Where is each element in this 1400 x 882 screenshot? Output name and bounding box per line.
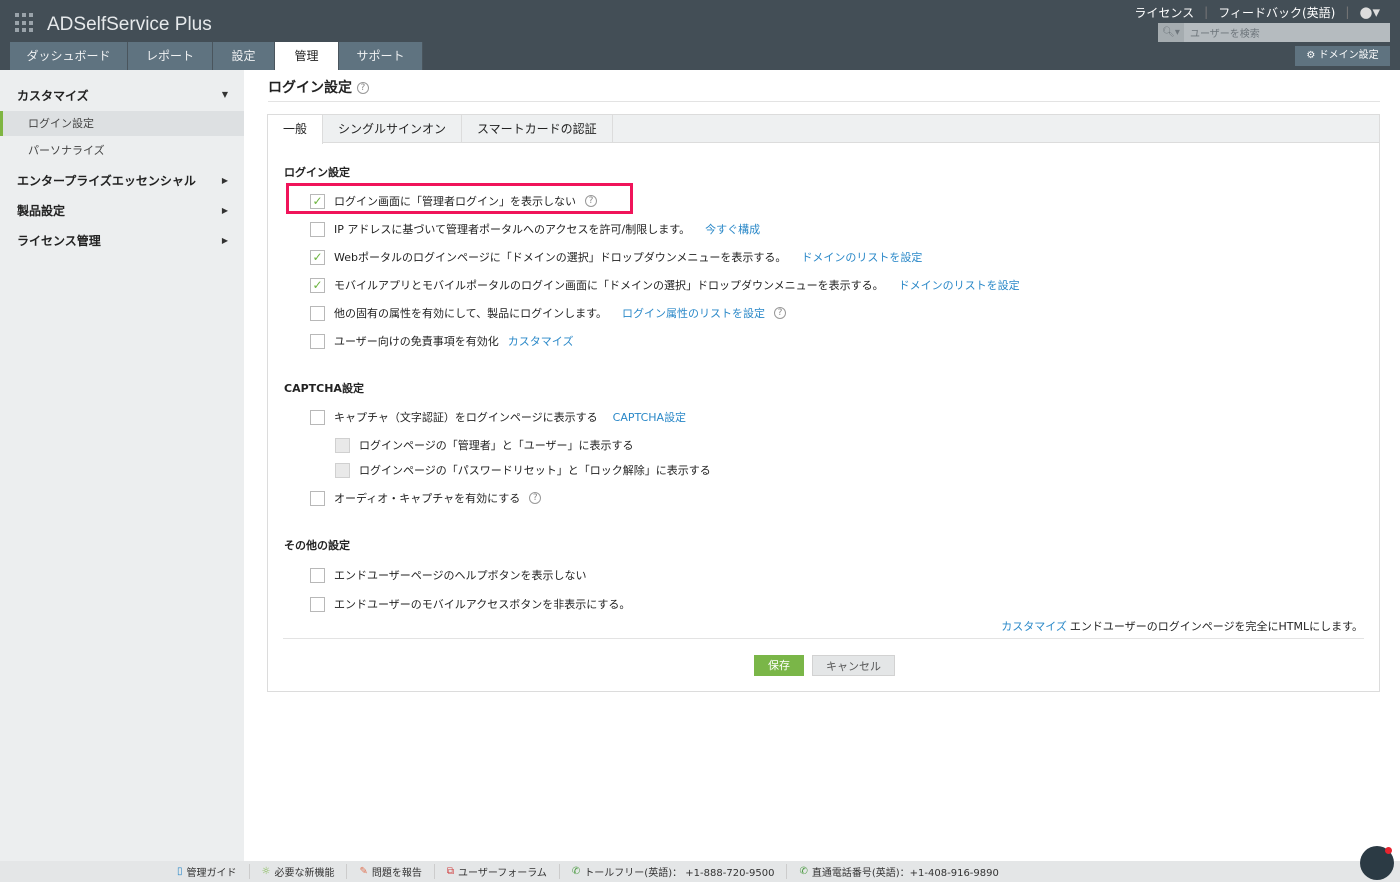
admin-guide-link[interactable]: ▯ 管理ガイド xyxy=(165,864,250,879)
bug-icon: ✎ xyxy=(359,866,368,877)
option-captcha-admin-user: ログインページの「管理者」と「ユーザー」に表示する xyxy=(335,437,634,453)
feature-request-link[interactable]: ☼ 必要な新機能 xyxy=(250,864,348,879)
checkbox[interactable] xyxy=(310,490,325,506)
caret-right-icon[interactable]: ▶ xyxy=(222,176,228,185)
sidebar-item-login-settings[interactable]: ログイン設定 xyxy=(0,111,244,136)
section-login: ログイン設定 xyxy=(284,166,350,179)
toll-free-number: ✆ トールフリー(英語)： +1-888-720-9500 xyxy=(560,864,788,879)
app-grid-icon[interactable] xyxy=(15,13,35,33)
option-hide-mobile-access: エンドユーザーのモバイルアクセスボタンを非表示にする。 xyxy=(310,596,630,612)
checkbox[interactable] xyxy=(310,567,325,583)
checkbox[interactable] xyxy=(310,305,325,321)
divider xyxy=(283,638,1364,639)
direct-number: ✆ 直通電話番号(英語)：+1-408-916-9890 xyxy=(799,866,999,879)
header: ADSelfService Plus ダッシュボード レポート 設定 管理 サポ… xyxy=(0,0,1400,70)
tab-smartcard[interactable]: スマートカードの認証 xyxy=(462,115,613,143)
customize-html-link[interactable]: カスタマイズ xyxy=(1001,618,1067,634)
section-captcha: CAPTCHA設定 xyxy=(284,382,364,395)
sidebar-group-customize[interactable]: カスタマイズ xyxy=(17,87,89,104)
main-nav: ダッシュボード レポート 設定 管理 サポート xyxy=(10,42,423,70)
user-account-icon[interactable]: ●▾ xyxy=(1359,3,1380,21)
panel-tabs: 一般 シングルサインオン スマートカードの認証 xyxy=(268,115,1379,144)
checkbox[interactable] xyxy=(310,596,325,612)
checkbox[interactable] xyxy=(335,462,350,478)
phone-icon: ✆ xyxy=(571,866,581,877)
configure-now-link[interactable]: 今すぐ構成 xyxy=(705,221,760,237)
sidebar-group-license[interactable]: ライセンス管理 xyxy=(17,232,101,249)
page-title: ログイン設定 ? xyxy=(268,77,369,97)
option-hide-help-button: エンドユーザーページのヘルプボタンを表示しない xyxy=(310,567,587,583)
divider xyxy=(268,101,1380,102)
notification-dot xyxy=(1385,847,1392,854)
tab-general[interactable]: 一般 xyxy=(268,115,324,144)
checkbox[interactable] xyxy=(310,221,325,237)
tab-settings[interactable]: 設定 xyxy=(213,42,275,70)
checkbox[interactable]: ✓ xyxy=(310,277,325,293)
caret-down-icon[interactable]: ▼ xyxy=(222,90,228,99)
license-link[interactable]: ライセンス xyxy=(1134,4,1194,21)
option-captcha: キャプチャ（文字認証）をログインページに表示する CAPTCHA設定 xyxy=(310,409,686,425)
footer: ▯ 管理ガイド ☼ 必要な新機能 ✎ 問題を報告 ⧉ ユーザーフォーラム ✆ トールフリー… xyxy=(0,861,1400,882)
tab-admin[interactable]: 管理 xyxy=(275,42,339,70)
forum-icon: ⧉ xyxy=(446,866,455,877)
option-disclaimer: ユーザー向けの免責事項を有効化 カスタマイズ xyxy=(310,333,573,349)
sidebar-item-personalize[interactable]: パーソナライズ xyxy=(0,138,244,163)
search-icon[interactable]: 🔍︎▾ xyxy=(1158,23,1184,42)
sidebar-group-enterprise[interactable]: エンタープライズエッセンシャル xyxy=(17,172,196,189)
phone-icon: ✆ xyxy=(799,866,808,877)
gear-icon: ⚙ xyxy=(1306,50,1319,61)
login-attribute-link[interactable]: ログイン属性のリストを設定 xyxy=(622,305,765,321)
forum-link[interactable]: ⧉ ユーザーフォーラム xyxy=(435,864,560,879)
option-hide-admin-login: ✓ ログイン画面に「管理者ログイン」を表示しない? xyxy=(310,193,597,209)
cancel-button[interactable]: キャンセル xyxy=(812,655,895,676)
checkbox[interactable]: ✓ xyxy=(310,249,325,265)
customize-link[interactable]: カスタマイズ xyxy=(508,333,574,349)
option-audio-captcha: オーディオ・キャプチャを有効にする? xyxy=(310,490,542,506)
checkbox[interactable] xyxy=(310,333,325,349)
search-input[interactable]: ユーザーを検索 xyxy=(1184,25,1260,40)
domain-settings-button[interactable]: ⚙ ドメイン設定 xyxy=(1295,46,1390,66)
domain-list-link[interactable]: ドメインのリストを設定 xyxy=(899,277,1020,293)
caret-right-icon[interactable]: ▶ xyxy=(222,206,228,215)
option-ip-restrict: IP アドレスに基づいて管理者ポータルへのアクセスを許可/制限します。 今すぐ構成 xyxy=(310,221,760,237)
tab-support[interactable]: サポート xyxy=(339,42,423,70)
option-web-domain-dropdown: ✓ Webポータルのログインページに「ドメインの選択」ドロップダウンメニューを表示… xyxy=(310,249,922,265)
option-captcha-reset-unlock: ログインページの「パスワードリセット」と「ロック解除」に表示する xyxy=(335,462,711,478)
sidebar-group-product[interactable]: 製品設定 xyxy=(17,202,65,219)
feedback-link[interactable]: フィードバック(英語) xyxy=(1218,4,1335,21)
help-icon[interactable]: ? xyxy=(774,307,787,319)
report-issue-link[interactable]: ✎ 問題を報告 xyxy=(347,864,435,879)
caret-right-icon[interactable]: ▶ xyxy=(222,236,228,245)
help-icon[interactable]: ? xyxy=(585,195,597,207)
checkbox[interactable] xyxy=(310,409,325,425)
checkbox[interactable]: ✓ xyxy=(310,193,325,209)
help-icon[interactable]: ? xyxy=(356,82,369,94)
option-mobile-domain-dropdown: ✓ モバイルアプリとモバイルポータルのログイン画面に「ドメインの選択」ドロップダウ… xyxy=(310,277,1020,293)
domain-list-link[interactable]: ドメインのリストを設定 xyxy=(801,249,922,265)
sidebar: カスタマイズ ▼ ログイン設定 パーソナライズ エンタープライズエッセンシャル ▶ … xyxy=(0,70,244,861)
tab-reports[interactable]: レポート xyxy=(128,42,213,70)
customize-html-note: カスタマイズ エンドユーザーのログインページを完全にHTMLにします。 xyxy=(1001,618,1363,634)
section-other: その他の設定 xyxy=(284,539,350,552)
help-icon[interactable]: ? xyxy=(529,492,542,504)
logo: ADSelfService Plus xyxy=(47,14,212,35)
captcha-settings-link[interactable]: CAPTCHA設定 xyxy=(613,409,686,425)
bulb-icon: ☼ xyxy=(261,866,271,877)
save-button[interactable]: 保存 xyxy=(754,655,804,676)
tab-sso[interactable]: シングルサインオン xyxy=(323,115,463,143)
tab-dashboard[interactable]: ダッシュボード xyxy=(10,42,128,70)
checkbox[interactable] xyxy=(335,437,350,453)
settings-panel: 一般 シングルサインオン スマートカードの認証 ログイン設定 ✓ ログイン画面に「… xyxy=(267,114,1380,692)
option-custom-attribute: 他の固有の属性を有効にして、製品にログインします。 ログイン属性のリストを設定? xyxy=(310,305,787,321)
book-icon: ▯ xyxy=(177,866,183,877)
user-search[interactable]: 🔍︎▾ ユーザーを検索 xyxy=(1158,23,1390,42)
